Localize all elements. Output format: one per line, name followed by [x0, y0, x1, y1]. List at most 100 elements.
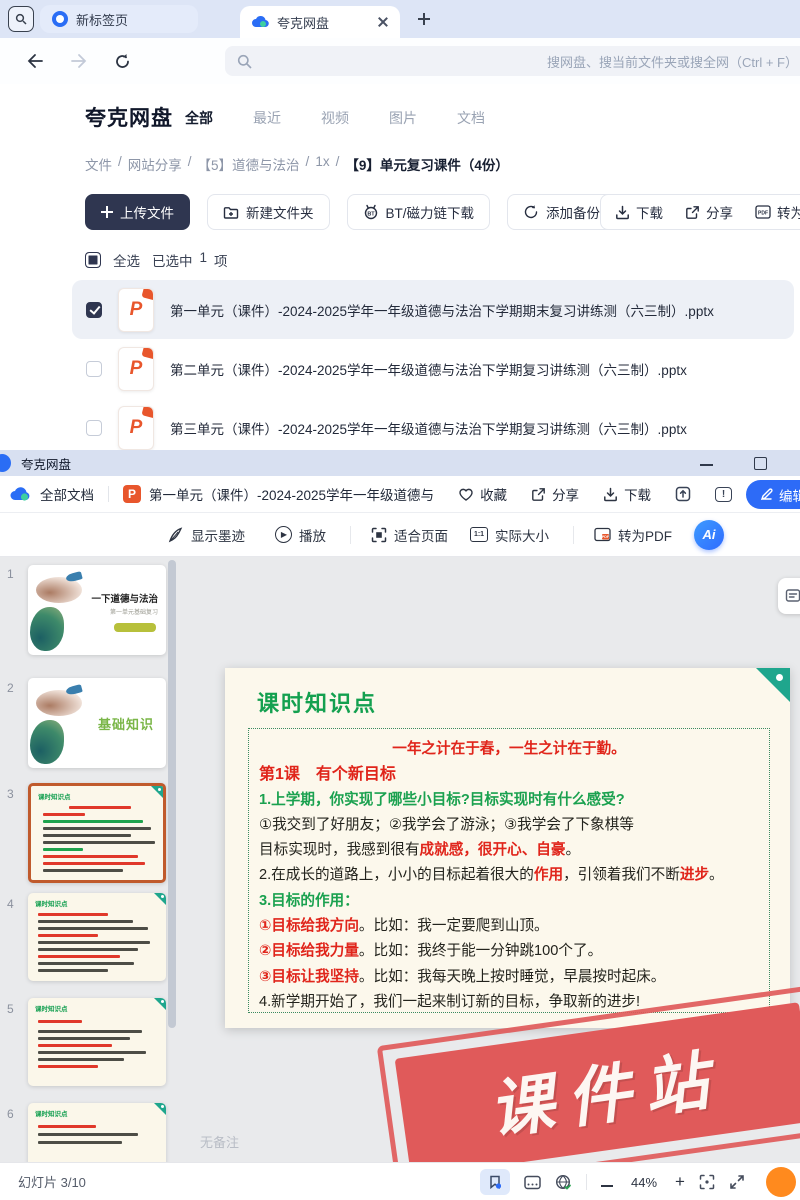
zoom-in-button[interactable]: +	[675, 1172, 685, 1192]
slide-thumbnail-6[interactable]: 课时知识点	[28, 1103, 166, 1162]
file-row[interactable]: P 第三单元（课件）-2024-2025学年一年级道德与法治下学期复习讲练测（六…	[72, 398, 794, 457]
pdf-icon: PDF	[755, 205, 771, 219]
slide-bullet-2: ②目标给我力量。比如：我终于能一分钟跳100个了。	[259, 939, 759, 964]
thumb-header: 课时知识点	[35, 1108, 68, 1118]
watermark-text: 课件站	[483, 1028, 728, 1152]
tab-videos[interactable]: 视频	[321, 108, 349, 128]
back-icon[interactable]	[26, 53, 44, 69]
upload-label: 上传文件	[120, 202, 174, 222]
bt-magnet-button[interactable]: BT BT/磁力链下载	[347, 194, 491, 230]
quark-logo-icon	[0, 454, 11, 472]
fit-page-icon	[371, 527, 387, 543]
select-all-checkbox[interactable]	[85, 252, 101, 268]
tab-new-page[interactable]: 新标签页	[40, 5, 198, 33]
row-checkbox[interactable]	[86, 361, 102, 377]
minimize-icon[interactable]	[700, 457, 713, 466]
close-tab-icon[interactable]	[378, 17, 388, 27]
slide-canvas: 课时知识点 一年之计在于春，一生之计在于勤。 第1课 有个新目标 1.上学期，你…	[225, 668, 790, 1028]
download-button-viewer[interactable]: 下载	[603, 484, 651, 504]
play-button[interactable]: ▶ 播放	[275, 525, 326, 545]
all-docs-link[interactable]: 全部文档	[40, 484, 94, 504]
select-all-label[interactable]: 全选	[113, 250, 140, 270]
thumb1-title: 一下道德与法治	[91, 591, 158, 605]
slide-thumbnail-3-selected[interactable]: 课时知识点	[28, 783, 166, 883]
action-buttons: 上传文件 新建文件夹 BT BT/磁力链下载 添加备份	[85, 194, 616, 230]
to-pdf-button[interactable]: PDF 转为PDF	[755, 202, 800, 222]
slide-thumbnail-4[interactable]: 课时知识点	[28, 893, 166, 981]
file-row[interactable]: P 第二单元（课件）-2024-2025学年一年级道德与法治下学期复习讲练测（六…	[72, 339, 794, 398]
painting-graphic	[28, 565, 94, 655]
fit-screen-button[interactable]	[699, 1174, 715, 1190]
fullscreen-icon	[729, 1174, 745, 1190]
edit-button[interactable]: 编辑	[746, 480, 800, 509]
fullscreen-button[interactable]	[729, 1174, 745, 1190]
fit-screen-icon	[699, 1174, 715, 1190]
window-titlebar[interactable]: 夸克网盘	[0, 450, 800, 476]
fit-page-button[interactable]: 适合页面	[371, 525, 448, 545]
thumb-number: 2	[7, 681, 14, 695]
pencil-icon	[760, 488, 773, 501]
save-to-drive-button[interactable]	[675, 486, 691, 502]
ai-assistant-button[interactable]: Ai	[694, 520, 724, 550]
zoom-out-button[interactable]	[601, 1175, 613, 1190]
breadcrumb-item[interactable]: 网站分享	[128, 154, 182, 174]
slide-counter: 幻灯片 3/10	[18, 1172, 86, 1191]
maximize-icon[interactable]	[754, 457, 767, 470]
quark-cloud-icon	[10, 486, 32, 502]
breadcrumb-item[interactable]: 文件	[85, 154, 112, 174]
tab-quark-drive[interactable]: 夸克网盘	[240, 6, 400, 38]
painting-graphic	[28, 678, 94, 768]
row-checkbox-checked[interactable]	[86, 302, 102, 318]
favorite-button[interactable]: 收藏	[458, 484, 507, 504]
file-actions-group: 下载 分享 PDF 转为PDF	[600, 194, 800, 230]
thumb-number: 3	[7, 787, 14, 801]
slide-thumbnail-2[interactable]: 基础知识	[28, 678, 166, 768]
divider	[350, 526, 351, 544]
viewer-toolbar: 显示墨迹 ▶ 播放 适合页面 1:1 实际大小 PDF 转为PDF Ai	[0, 513, 800, 557]
forward-icon[interactable]	[70, 53, 88, 69]
thumbnail-scrollbar[interactable]	[168, 560, 176, 1028]
breadcrumb-item[interactable]: 【5】道德与法治	[198, 154, 300, 174]
bookmark-button-active[interactable]	[480, 1169, 510, 1195]
convert-pdf-button[interactable]: PDF 转为PDF	[594, 525, 672, 545]
download-icon	[615, 205, 630, 220]
file-name[interactable]: 第二单元（课件）-2024-2025学年一年级道德与法治下学期复习讲练测（六三制…	[170, 359, 687, 379]
search-input[interactable]: 搜网盘、搜当前文件夹或搜全网（Ctrl + F）	[225, 46, 800, 76]
slide-thumbnail-1[interactable]: 一下道德与法治 第一单元基础复习	[28, 565, 166, 655]
slide-thumbnail-5[interactable]: 课时知识点	[28, 998, 166, 1086]
actual-size-button[interactable]: 1:1 实际大小	[470, 525, 549, 545]
translate-button[interactable]	[555, 1174, 572, 1191]
tab-docs[interactable]: 文档	[457, 108, 485, 128]
tab-recent[interactable]: 最近	[253, 108, 281, 128]
reload-icon[interactable]	[114, 53, 131, 70]
tab-all[interactable]: 全部	[185, 108, 213, 128]
browser-navbar: 搜网盘、搜当前文件夹或搜全网（Ctrl + F）	[0, 38, 800, 84]
tab-images[interactable]: 图片	[389, 108, 417, 128]
file-name[interactable]: 第三单元（课件）-2024-2025学年一年级道德与法治下学期复习讲练测（六三制…	[170, 418, 687, 438]
new-tab-icon[interactable]	[418, 13, 430, 25]
tab-label: 新标签页	[76, 10, 186, 29]
viewer-window: 夸克网盘 全部文档 P 第一单元（课件）-2024-2025学年一年级道德与 收…	[0, 450, 800, 1200]
svg-text:PDF: PDF	[758, 211, 768, 217]
feedback-button[interactable]: !	[715, 487, 732, 502]
download-button[interactable]: 下载	[615, 202, 663, 222]
breadcrumb-item[interactable]: 1x	[315, 154, 329, 174]
tab-search-icon[interactable]	[8, 6, 34, 32]
floating-tools-button[interactable]	[778, 578, 800, 614]
new-folder-button[interactable]: 新建文件夹	[207, 194, 330, 230]
file-name[interactable]: 第一单元（课件）-2024-2025学年一年级道德与法治下学期期末复习讲练测（六…	[170, 300, 714, 320]
breadcrumb-sep: /	[188, 154, 192, 174]
show-ink-button[interactable]: 显示墨迹	[168, 525, 245, 545]
share-icon	[685, 205, 700, 220]
viewer-statusbar: 幻灯片 3/10 44% +	[0, 1162, 800, 1200]
share-button-viewer[interactable]: 分享	[531, 484, 579, 504]
ink-pen-icon	[168, 527, 184, 543]
help-fab[interactable]	[766, 1167, 796, 1197]
share-button[interactable]: 分享	[685, 202, 733, 222]
notes-panel-button[interactable]	[524, 1175, 541, 1190]
file-row[interactable]: P 第一单元（课件）-2024-2025学年一年级道德与法治下学期期末复习讲练测…	[72, 280, 794, 339]
row-checkbox[interactable]	[86, 420, 102, 436]
selection-bar: 全选 已选中1项	[85, 250, 228, 270]
notes-placeholder: 无备注	[200, 1132, 239, 1151]
upload-button[interactable]: 上传文件	[85, 194, 190, 230]
